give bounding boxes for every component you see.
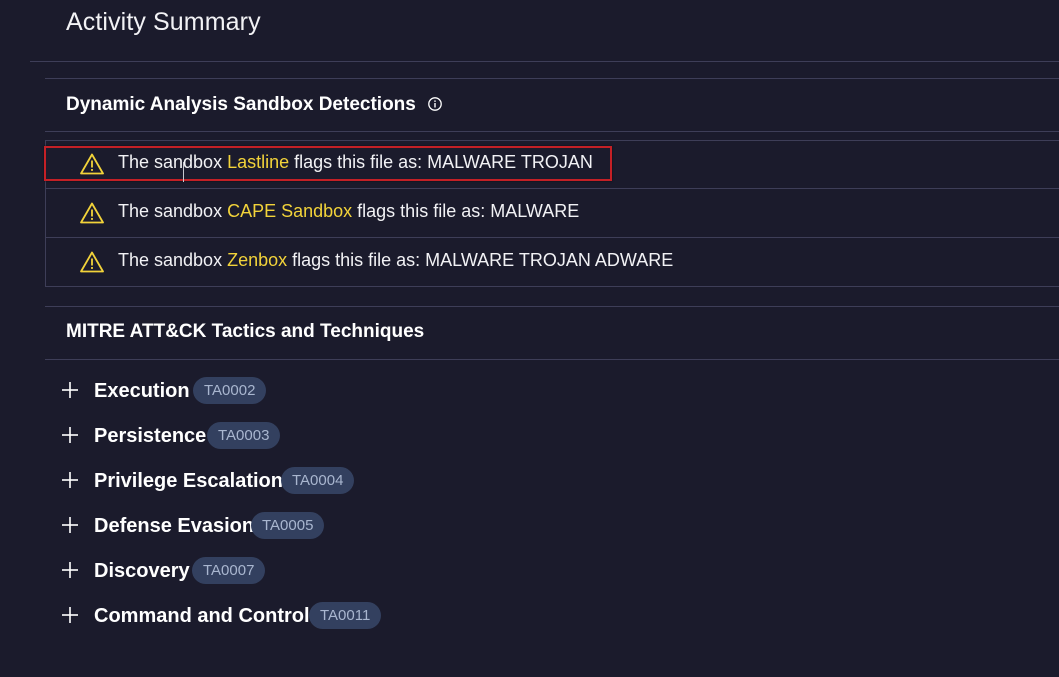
sandbox-name-link[interactable]: Zenbox	[227, 250, 287, 270]
divider	[45, 78, 1059, 79]
detection-text: The sandbox Zenbox flags this file as: M…	[118, 250, 673, 271]
divider	[45, 359, 1059, 360]
warning-triangle-icon	[80, 202, 104, 224]
annotation-highlight-box	[44, 146, 612, 181]
plus-icon[interactable]	[60, 605, 80, 625]
divider	[45, 306, 1059, 307]
tactic-id-badge: TA0005	[251, 512, 325, 539]
detection-row: The sandbox CAPE Sandbox flags this file…	[46, 189, 1059, 238]
divider	[30, 61, 1059, 62]
tactic-id-badge: TA0002	[193, 377, 267, 404]
mitre-section-title: MITRE ATT&CK Tactics and Techniques	[66, 321, 425, 342]
tactic-name[interactable]: Execution	[94, 380, 190, 403]
warning-triangle-icon	[80, 251, 104, 273]
text-cursor	[183, 162, 184, 182]
tactic-name[interactable]: Persistence	[94, 425, 206, 448]
detection-verdict: flags this file as: MALWARE TROJAN ADWAR…	[287, 250, 674, 270]
tactic-name[interactable]: Discovery	[94, 560, 190, 583]
detection-row: The sandbox Zenbox flags this file as: M…	[46, 238, 1059, 287]
divider	[45, 131, 1059, 132]
activity-summary-page: Activity Summary Dynamic Analysis Sandbo…	[0, 0, 1059, 677]
plus-icon[interactable]	[60, 515, 80, 535]
tactic-name[interactable]: Privilege Escalation	[94, 470, 283, 493]
detection-prefix: The sandbox	[118, 201, 228, 221]
plus-icon[interactable]	[60, 560, 80, 580]
detection-prefix: The sandbox	[118, 250, 228, 270]
sandbox-name-link[interactable]: CAPE Sandbox	[227, 201, 352, 221]
tactic-id-badge: TA0004	[281, 467, 355, 494]
tactic-id-badge: TA0007	[192, 557, 266, 584]
plus-icon[interactable]	[60, 380, 80, 400]
tactic-name[interactable]: Command and Control	[94, 605, 310, 628]
plus-icon[interactable]	[60, 425, 80, 445]
detection-verdict: flags this file as: MALWARE	[352, 201, 580, 221]
plus-icon[interactable]	[60, 470, 80, 490]
detection-text: The sandbox CAPE Sandbox flags this file…	[118, 201, 579, 222]
tactic-id-badge: TA0011	[309, 602, 382, 629]
tactic-name[interactable]: Defense Evasion	[94, 515, 254, 538]
info-circle-icon[interactable]	[428, 97, 442, 111]
page-title: Activity Summary	[66, 8, 261, 36]
tactic-id-badge: TA0003	[207, 422, 281, 449]
sandbox-section-title: Dynamic Analysis Sandbox Detections	[66, 94, 416, 115]
